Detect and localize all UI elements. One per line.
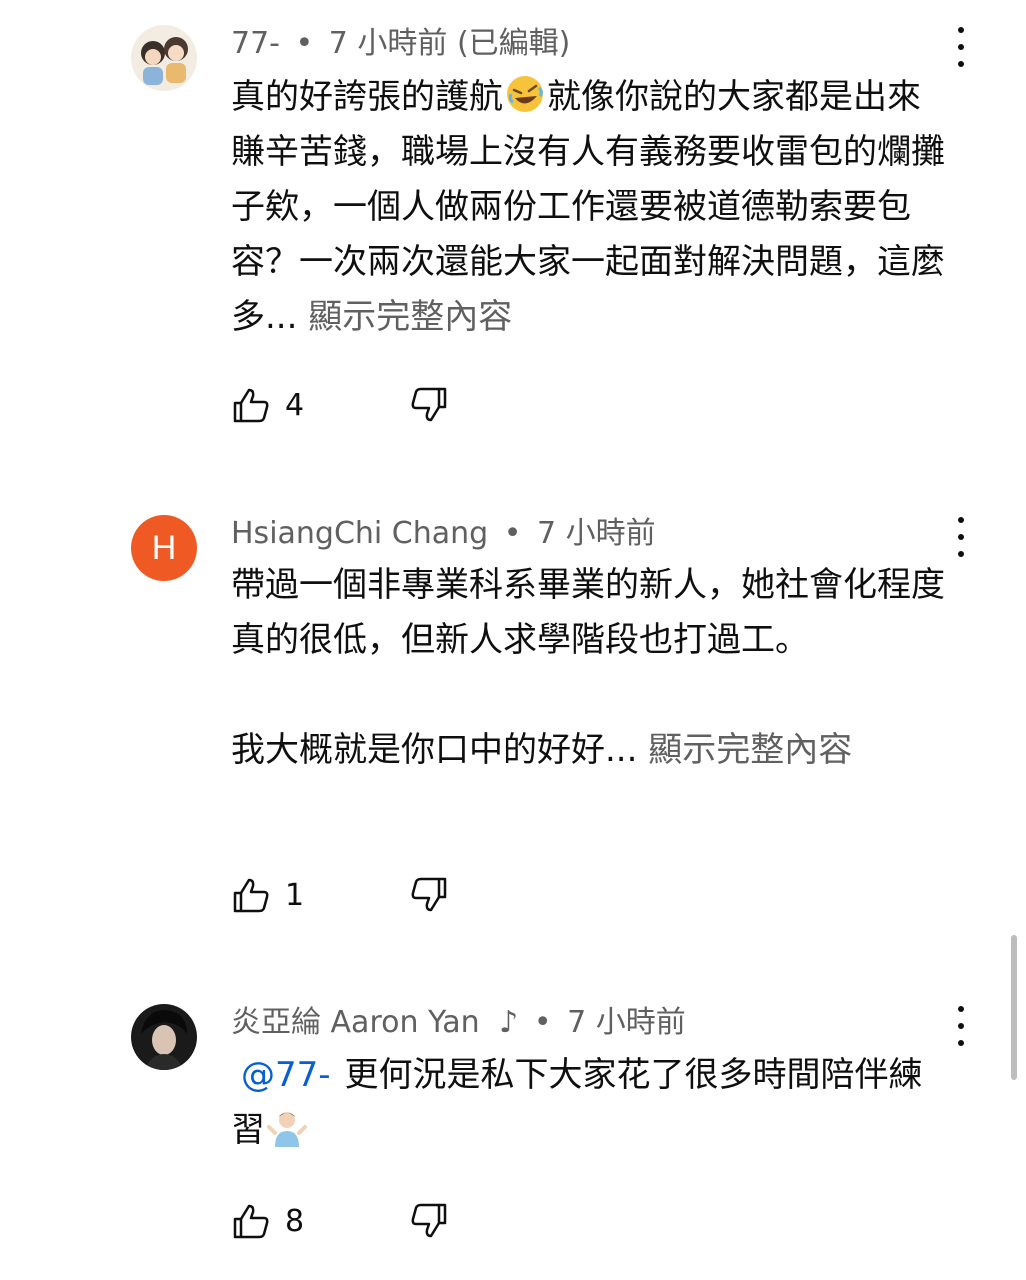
thumbs-up-icon <box>233 388 269 423</box>
comment-text-part: 真的好誇張的護航 <box>231 77 503 117</box>
thumbs-up-icon <box>233 1204 269 1239</box>
avatar[interactable]: H <box>131 515 197 581</box>
comment-actions: 8 <box>231 1201 449 1241</box>
person-shrugging-emoji <box>267 1107 307 1147</box>
mention-link[interactable]: @77- <box>241 1055 331 1095</box>
comment-meta: 77- • 7 小時前 (已編輯) <box>231 24 570 64</box>
author-name[interactable]: 77- <box>231 26 280 61</box>
comment-text: @77- 更何況是私下大家花了很多時間陪伴練習 <box>231 1048 951 1158</box>
thumbs-down-icon <box>411 877 447 912</box>
scrollbar[interactable] <box>1011 935 1017 1080</box>
like-button[interactable]: 8 <box>231 1201 369 1241</box>
rolling-on-floor-laughing-emoji <box>505 74 545 114</box>
like-count: 8 <box>285 1203 305 1239</box>
like-button[interactable]: 4 <box>231 385 369 425</box>
meta-separator: • <box>503 516 522 551</box>
meta-separator: • <box>295 26 314 61</box>
thumbs-up-icon <box>233 878 269 913</box>
timestamp: 7 小時前 (已編輯) <box>328 26 571 61</box>
show-more-link[interactable]: 顯示完整內容 <box>648 730 852 770</box>
more-options-icon[interactable] <box>946 517 976 557</box>
author-name[interactable]: HsiangChi Chang <box>231 516 488 551</box>
like-button[interactable]: 1 <box>231 875 369 915</box>
comment-text-part: 我大概就是你口中的好好... <box>231 730 638 770</box>
comment-text: 帶過一個非專業科系畢業的新人，她社會化程度真的很低，但新人求學階段也打過工。 我… <box>231 558 951 778</box>
avatar[interactable] <box>131 1004 197 1070</box>
comment-actions: 1 <box>231 875 449 915</box>
comment-text: 真的好誇張的護航 就像你說的大家都是出來賺辛苦錢，職場上沒有人有義務要收雷包的爛攤… <box>231 70 951 345</box>
like-count: 4 <box>285 387 305 423</box>
timestamp: 7 小時前 <box>537 516 656 551</box>
more-options-icon[interactable] <box>946 1006 976 1046</box>
comment-text-part: 更何況是私下大家花了很多時間陪伴練習 <box>231 1055 923 1150</box>
comment-meta: HsiangChi Chang • 7 小時前 <box>231 514 656 554</box>
comment-paragraph: 帶過一個非專業科系畢業的新人，她社會化程度真的很低，但新人求學階段也打過工。 <box>231 565 945 660</box>
comment-meta: 炎亞綸 Aaron Yan ♪ • 7 小時前 <box>231 1003 686 1043</box>
comment-paragraph: 我大概就是你口中的好好... 顯示完整內容 <box>231 723 951 778</box>
dislike-button[interactable] <box>409 875 449 915</box>
dislike-button[interactable] <box>409 1201 449 1241</box>
more-options-icon[interactable] <box>946 27 976 67</box>
dislike-button[interactable] <box>409 385 449 425</box>
music-note-icon: ♪ <box>499 1005 519 1040</box>
thumbs-down-icon <box>411 387 447 422</box>
like-count: 1 <box>285 877 305 913</box>
avatar[interactable] <box>131 25 197 91</box>
comment-actions: 4 <box>231 385 449 425</box>
meta-separator: • <box>533 1005 552 1040</box>
thumbs-down-icon <box>411 1203 447 1238</box>
timestamp: 7 小時前 <box>567 1005 686 1040</box>
author-name[interactable]: 炎亞綸 Aaron Yan <box>231 1005 480 1040</box>
show-more-link[interactable]: 顯示完整內容 <box>308 297 512 337</box>
